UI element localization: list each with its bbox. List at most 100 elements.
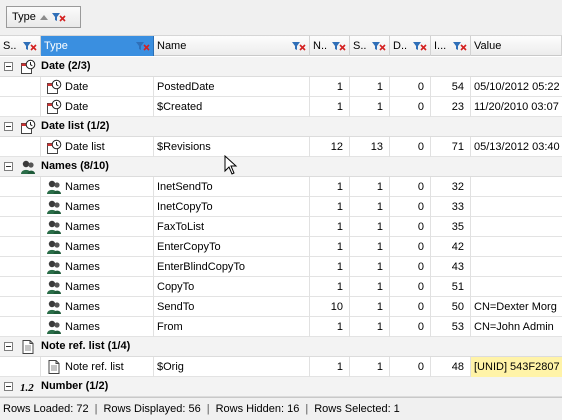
column-filter-icon[interactable] — [23, 41, 37, 51]
cell-s — [0, 357, 41, 377]
cell-name: EnterBlindCopyTo — [154, 257, 310, 277]
column-filter-icon[interactable] — [372, 41, 386, 51]
cell-name: InetSendTo — [154, 177, 310, 197]
column-header-d[interactable]: D.. — [390, 36, 431, 56]
group-by-chip-type[interactable]: Type — [6, 6, 81, 28]
table-row[interactable]: Date $Created 1 1 0 23 11/20/2010 03:07 — [0, 97, 562, 117]
cell-d: 0 — [390, 277, 431, 297]
column-filter-icon[interactable] — [413, 41, 427, 51]
cell-s — [0, 257, 41, 277]
cell-name: $Revisions — [154, 137, 310, 157]
cell-type-text: Names — [65, 201, 100, 213]
group-row[interactable]: Date (2/3) — [0, 57, 562, 77]
group-row[interactable]: Names (8/10) — [0, 157, 562, 177]
cell-i: 23 — [431, 97, 471, 117]
table-row[interactable]: Names InetSendTo 1 1 0 32 — [0, 177, 562, 197]
cell-type-text: Date list — [65, 141, 105, 153]
cell-n: 1 — [310, 197, 350, 217]
cell-type-text: Names — [65, 221, 100, 233]
column-header-type[interactable]: Type — [41, 36, 154, 56]
cell-d: 0 — [390, 177, 431, 197]
cell-value — [471, 277, 562, 297]
cell-value: CN=Dexter Morg — [471, 297, 562, 317]
cell-s2: 1 — [350, 297, 390, 317]
column-header-name[interactable]: Name — [154, 36, 310, 56]
cell-d: 0 — [390, 137, 431, 157]
cell-i: 43 — [431, 257, 471, 277]
table-row[interactable]: Names EnterBlindCopyTo 1 1 0 43 — [0, 257, 562, 277]
group-row[interactable]: Date list (1/2) — [0, 117, 562, 137]
cell-type-text: Names — [65, 301, 100, 313]
collapse-toggle-icon[interactable] — [4, 62, 13, 71]
cell-type-text: Names — [65, 281, 100, 293]
cell-value: 11/20/2010 03:07 — [471, 97, 562, 117]
person-names-icon — [46, 219, 62, 235]
collapse-toggle-icon[interactable] — [4, 342, 13, 351]
cell-s2: 13 — [350, 137, 390, 157]
table-row[interactable]: Names SendTo 10 1 0 50 CN=Dexter Morg — [0, 297, 562, 317]
filter-icon[interactable] — [51, 12, 66, 22]
cell-type-text: Names — [65, 181, 100, 193]
cell-d: 0 — [390, 357, 431, 377]
cell-s — [0, 277, 41, 297]
cell-d: 0 — [390, 317, 431, 337]
column-header-s[interactable]: S.. — [0, 36, 41, 56]
cell-type: Date — [41, 77, 154, 97]
person-names-icon — [46, 179, 62, 195]
collapse-toggle-icon[interactable] — [4, 162, 13, 171]
column-header-i[interactable]: I... — [431, 36, 471, 56]
status-bar: Rows Loaded: 72 | Rows Displayed: 56 | R… — [0, 397, 562, 420]
cell-value — [471, 237, 562, 257]
sort-ascending-icon[interactable] — [39, 14, 48, 20]
cell-n: 1 — [310, 277, 350, 297]
table-row[interactable]: Names FaxToList 1 1 0 35 — [0, 217, 562, 237]
table-row[interactable]: Note ref. list $Orig 1 1 0 48 [UNID] 543F2807 — [0, 357, 562, 377]
cell-n: 1 — [310, 317, 350, 337]
table-row[interactable]: Names From 1 1 0 53 CN=John Admin — [0, 317, 562, 337]
group-label: Names (8/10) — [41, 160, 109, 172]
group-label: Date list (1/2) — [41, 120, 110, 132]
column-header-s2[interactable]: S.. — [350, 36, 390, 56]
cell-s2: 1 — [350, 97, 390, 117]
cell-value-text: 05/13/2012 03:40 — [474, 141, 560, 153]
column-filter-icon[interactable] — [453, 41, 467, 51]
cell-type-text: Date — [65, 101, 89, 113]
group-by-panel: Type — [0, 0, 562, 36]
group-by-chip-label: Type — [12, 11, 36, 23]
cell-type: Names — [41, 237, 154, 257]
svg-text:1.2: 1.2 — [20, 382, 34, 394]
clock-calendar-icon — [46, 139, 62, 155]
column-filter-icon[interactable] — [136, 41, 150, 51]
table-row[interactable]: Names InetCopyTo 1 1 0 33 — [0, 197, 562, 217]
cell-s2: 1 — [350, 77, 390, 97]
collapse-toggle-icon[interactable] — [4, 382, 13, 391]
document-icon — [20, 339, 36, 355]
cell-s2: 1 — [350, 257, 390, 277]
status-separator: | — [94, 403, 98, 415]
column-header-n[interactable]: N.. — [310, 36, 350, 56]
cell-n: 1 — [310, 217, 350, 237]
cell-type: Names — [41, 197, 154, 217]
table-row[interactable]: Date PostedDate 1 1 0 54 05/10/2012 05:22 — [0, 77, 562, 97]
status-separator: | — [206, 403, 210, 415]
cell-s — [0, 237, 41, 257]
group-row[interactable]: 1.2 Number (1/2) — [0, 377, 562, 397]
collapse-toggle-icon[interactable] — [4, 122, 13, 131]
table-row[interactable]: Date list $Revisions 12 13 0 71 05/13/2012 03:… — [0, 137, 562, 157]
cell-type-text: Names — [65, 241, 100, 253]
cell-name: EnterCopyTo — [154, 237, 310, 257]
table-row[interactable]: Names EnterCopyTo 1 1 0 42 — [0, 237, 562, 257]
cell-n: 1 — [310, 357, 350, 377]
column-header-value[interactable]: Value — [471, 36, 562, 56]
group-row[interactable]: Note ref. list (1/4) — [0, 337, 562, 357]
rows-displayed: Rows Displayed: 56 — [103, 403, 201, 415]
cell-value: 05/13/2012 03:40 — [471, 137, 562, 157]
cell-value — [471, 197, 562, 217]
cell-s — [0, 97, 41, 117]
cell-s — [0, 217, 41, 237]
person-names-icon — [46, 319, 62, 335]
table-row[interactable]: Names CopyTo 1 1 0 51 — [0, 277, 562, 297]
status-separator: | — [305, 403, 309, 415]
column-filter-icon[interactable] — [292, 41, 306, 51]
column-filter-icon[interactable] — [332, 41, 346, 51]
